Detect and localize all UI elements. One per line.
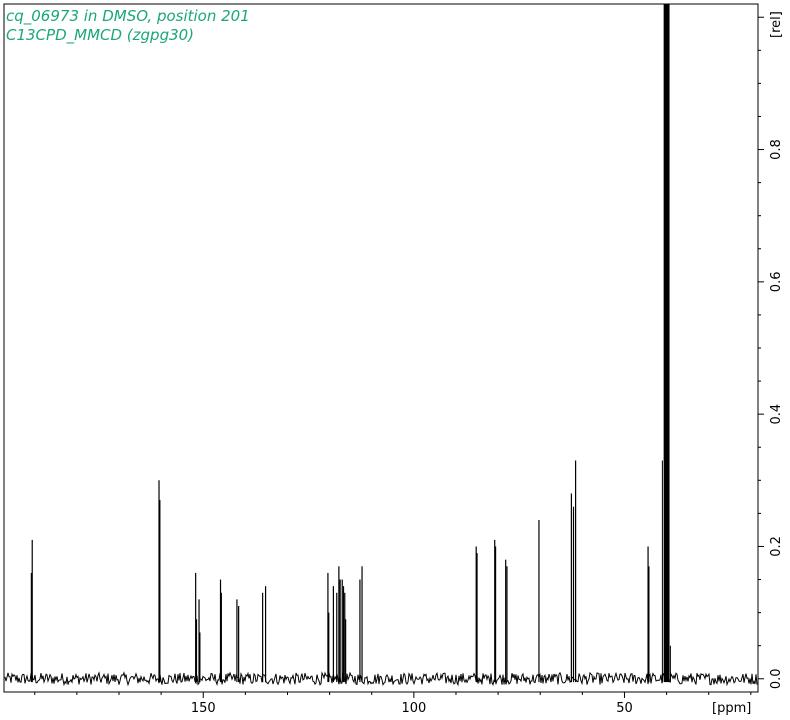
y-tick-label: 0.4 [769, 404, 784, 425]
spectrum-trace-layer [4, 671, 758, 687]
spectrum-subtitle: C13CPD_MMCD (zgpg30) [6, 26, 194, 45]
plot-frame [3, 3, 759, 693]
x-tick-label: 50 [616, 701, 633, 716]
spectrum-title: cq_06973 in DMSO, position 201 [6, 7, 250, 26]
tick-layer: 150 100 50 0.0 0.2 0.4 0.6 0.8 [34, 16, 784, 716]
x-tick-label: 150 [191, 701, 216, 716]
y-tick-label: 0.8 [769, 139, 784, 160]
y-tick-label: 0.2 [769, 536, 784, 557]
solvent-peak [663, 4, 670, 683]
nmr-spectrum-chart: 150 100 50 0.0 0.2 0.4 0.6 0.8 cq_06973 in DMSO… [3, 3, 784, 716]
x-tick-label: 100 [401, 701, 426, 716]
y-axis-unit-label: [rel] [769, 11, 784, 38]
x-axis-unit-label: [ppm] [712, 701, 751, 716]
peak-layer [30, 4, 671, 683]
y-tick-label: 0.6 [769, 272, 784, 293]
baseline-noise-trace [4, 671, 758, 687]
y-tick-label: 0.0 [769, 668, 784, 689]
